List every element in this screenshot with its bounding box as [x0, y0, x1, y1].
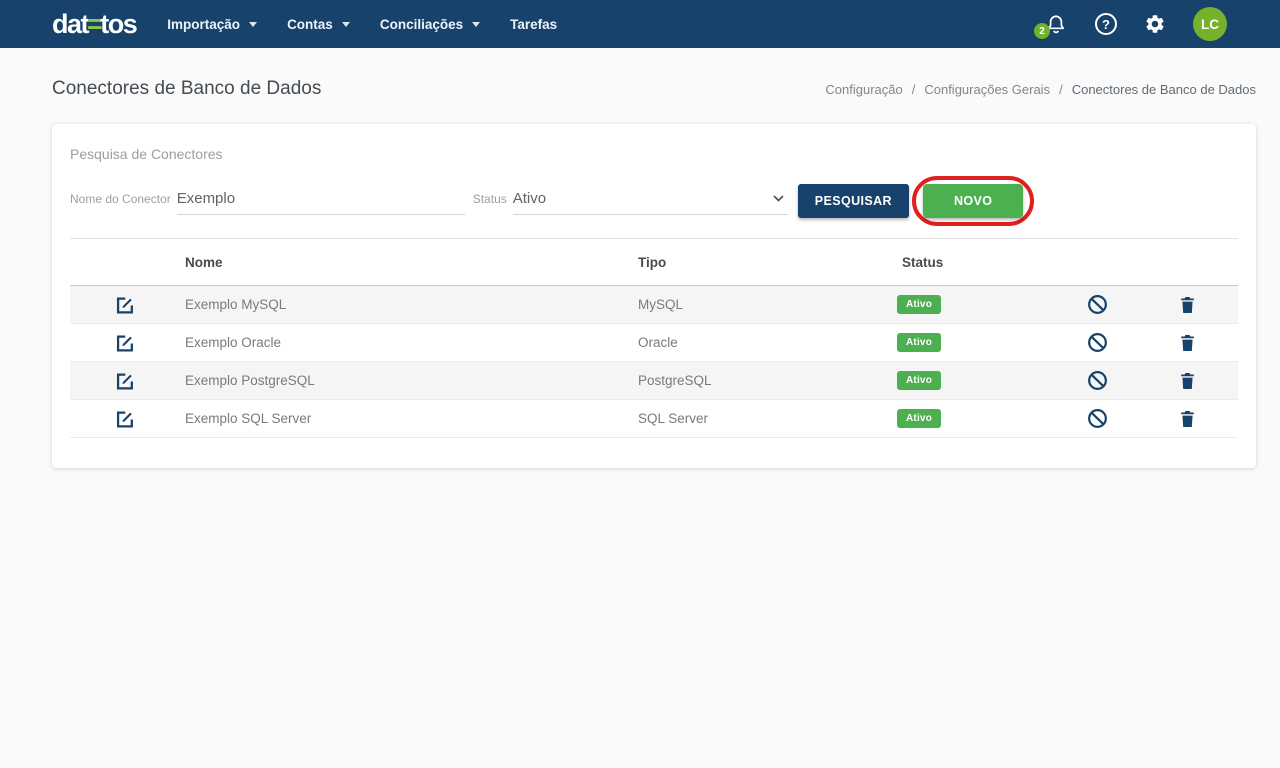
- status-field: Status Ativo: [473, 188, 788, 215]
- status-badge: Ativo: [897, 371, 941, 390]
- nav-item-conciliacoes[interactable]: Conciliações: [365, 0, 495, 48]
- edit-icon: [115, 409, 135, 429]
- trash-icon: [1178, 371, 1197, 391]
- deactivate-button[interactable]: [1084, 329, 1111, 356]
- status-badge: Ativo: [897, 295, 941, 314]
- notifications-button[interactable]: 2: [1044, 12, 1068, 36]
- logo-text: tos: [100, 9, 136, 39]
- table-row: Exemplo SQL Server SQL Server Ativo: [70, 400, 1238, 438]
- delete-button[interactable]: [1176, 407, 1199, 431]
- nav-item-importacao[interactable]: Importação: [152, 0, 272, 48]
- connector-type: SQL Server: [633, 411, 897, 426]
- status-select[interactable]: Ativo: [513, 188, 788, 215]
- delete-button[interactable]: [1176, 369, 1199, 393]
- connectors-table: Nome Tipo Status Exemplo MySQL MySQL Ati…: [70, 238, 1238, 438]
- status-label: Status: [473, 192, 507, 206]
- search-section-title: Pesquisa de Conectores: [70, 146, 1238, 162]
- connector-name-field: Nome do Conector: [70, 188, 465, 215]
- block-icon: [1086, 369, 1109, 392]
- trash-icon: [1178, 333, 1197, 353]
- edit-icon: [115, 371, 135, 391]
- breadcrumb-separator: /: [1059, 82, 1063, 97]
- settings-gear-button[interactable]: [1144, 13, 1166, 35]
- connector-type: PostgreSQL: [633, 373, 897, 388]
- connector-type: Oracle: [633, 335, 897, 350]
- delete-button[interactable]: [1176, 331, 1199, 355]
- nav-label: Tarefas: [510, 17, 557, 32]
- notification-count-badge: 2: [1034, 23, 1050, 39]
- block-icon: [1086, 407, 1109, 430]
- status-badge: Ativo: [897, 333, 941, 352]
- trash-icon: [1178, 295, 1197, 315]
- chevron-down-icon: [773, 195, 784, 202]
- column-header-nome: Nome: [180, 255, 633, 270]
- breadcrumb-configuracao[interactable]: Configuração: [825, 82, 902, 97]
- breadcrumb-separator: /: [912, 82, 916, 97]
- connector-name-input[interactable]: [177, 188, 465, 215]
- connector-name: Exemplo PostgreSQL: [180, 373, 633, 388]
- nav-label: Importação: [167, 17, 240, 32]
- breadcrumb: Configuração / Configurações Gerais / Co…: [825, 82, 1256, 97]
- connector-name: Exemplo Oracle: [180, 335, 633, 350]
- breadcrumb-configuracoes-gerais[interactable]: Configurações Gerais: [924, 82, 1050, 97]
- user-avatar[interactable]: LC: [1193, 7, 1227, 41]
- chevron-down-icon: [472, 22, 480, 27]
- page-header: Conectores de Banco de Dados Configuraçã…: [0, 48, 1280, 124]
- nav-label: Contas: [287, 17, 333, 32]
- chevron-down-icon: [342, 22, 350, 27]
- table-body: Exemplo MySQL MySQL Ativo Exemplo Oracle…: [70, 286, 1238, 438]
- main-nav: Importação Contas Conciliações Tarefas: [152, 0, 572, 48]
- table-header-row: Nome Tipo Status: [70, 238, 1238, 286]
- connectors-card: Pesquisa de Conectores Nome do Conector …: [52, 124, 1256, 468]
- page-title: Conectores de Banco de Dados: [52, 78, 321, 100]
- edit-button[interactable]: [113, 369, 137, 393]
- table-row: Exemplo Oracle Oracle Ativo: [70, 324, 1238, 362]
- table-row: Exemplo MySQL MySQL Ativo: [70, 286, 1238, 324]
- new-connector-button[interactable]: NOVO: [923, 184, 1023, 218]
- edit-icon: [115, 333, 135, 353]
- status-selected-value: Ativo: [513, 190, 546, 207]
- table-row: Exemplo PostgreSQL PostgreSQL Ativo: [70, 362, 1238, 400]
- help-button[interactable]: ?: [1095, 13, 1117, 35]
- block-icon: [1086, 331, 1109, 354]
- appbar-right-icons: 2 ? LC: [1044, 7, 1227, 41]
- chevron-down-icon: [249, 22, 257, 27]
- delete-button[interactable]: [1176, 293, 1199, 317]
- status-badge: Ativo: [897, 409, 941, 428]
- dattos-logo[interactable]: dat=tos: [52, 11, 136, 38]
- app-bar: dat=tos Importação Contas Conciliações T…: [0, 0, 1280, 48]
- connector-type: MySQL: [633, 297, 897, 312]
- nav-item-contas[interactable]: Contas: [272, 0, 365, 48]
- column-header-status: Status: [897, 255, 1057, 270]
- edit-button[interactable]: [113, 331, 137, 355]
- edit-button[interactable]: [113, 293, 137, 317]
- search-button[interactable]: PESQUISAR: [798, 184, 909, 218]
- connector-name: Exemplo MySQL: [180, 297, 633, 312]
- column-header-tipo: Tipo: [633, 255, 897, 270]
- question-mark-icon: ?: [1102, 17, 1110, 32]
- connector-name-label: Nome do Conector: [70, 192, 171, 206]
- edit-icon: [115, 295, 135, 315]
- connector-name: Exemplo SQL Server: [180, 411, 633, 426]
- deactivate-button[interactable]: [1084, 367, 1111, 394]
- nav-label: Conciliações: [380, 17, 463, 32]
- red-highlight-annotation: NOVO: [912, 176, 1034, 226]
- edit-button[interactable]: [113, 407, 137, 431]
- block-icon: [1086, 293, 1109, 316]
- search-form: Nome do Conector Status Ativo PESQUISAR …: [70, 176, 1238, 226]
- deactivate-button[interactable]: [1084, 405, 1111, 432]
- trash-icon: [1178, 409, 1197, 429]
- nav-item-tarefas[interactable]: Tarefas: [495, 0, 572, 48]
- logo-text: dat: [52, 9, 88, 39]
- breadcrumb-current-page: Conectores de Banco de Dados: [1072, 82, 1256, 97]
- deactivate-button[interactable]: [1084, 291, 1111, 318]
